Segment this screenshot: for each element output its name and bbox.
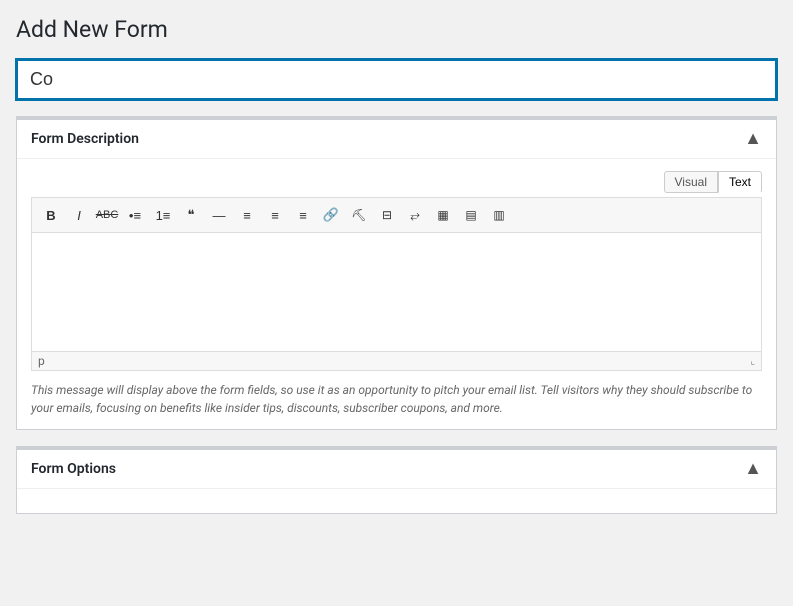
blockquote-button[interactable]: ❝ — [178, 202, 204, 228]
align-center-icon: ≡ — [271, 208, 279, 223]
columns-button[interactable]: ▥ — [486, 202, 512, 228]
ordered-list-icon: 1≡ — [156, 208, 171, 223]
align-left-button[interactable]: ≡ — [234, 202, 260, 228]
editor-tabs: Visual Text — [31, 171, 762, 193]
horizontal-rule-button[interactable]: — — [206, 202, 232, 228]
link-icon: 🔗 — [323, 207, 339, 223]
editor-toolbar: B I ABC •≡ 1≡ ❝ — — [31, 197, 762, 232]
blockquote-icon: ❝ — [188, 207, 195, 223]
form-description-toggle-icon: ▲ — [744, 130, 762, 148]
form-name-input[interactable] — [16, 59, 777, 100]
insert-link-button[interactable]: 🔗 — [318, 202, 344, 228]
strikethrough-button[interactable]: ABC — [94, 202, 120, 228]
form-options-body — [17, 489, 776, 513]
unlink-icon: ⛏ — [351, 208, 366, 222]
tab-text[interactable]: Text — [718, 171, 762, 193]
form-description-header[interactable]: Form Description ▲ — [17, 120, 776, 159]
page-title: Add New Form — [16, 16, 777, 43]
align-right-icon: ≡ — [299, 208, 307, 223]
form-options-header[interactable]: Form Options ▲ — [17, 450, 776, 489]
strikethrough-icon: ABC — [96, 209, 119, 221]
italic-icon: I — [77, 208, 81, 223]
fullscreen-button[interactable]: ⥂ — [402, 202, 428, 228]
bold-icon: B — [46, 208, 55, 223]
unordered-list-icon: •≡ — [129, 208, 141, 223]
table-button[interactable]: ▦ — [430, 202, 456, 228]
editor-status-bar: p ⌞ — [31, 352, 762, 371]
form-description-body: Visual Text B I ABC •≡ 1≡ — [17, 159, 776, 429]
align-left-icon: ≡ — [243, 208, 251, 223]
bold-button[interactable]: B — [38, 202, 64, 228]
form-options-title: Form Options — [31, 461, 116, 477]
editor-hint-text: This message will display above the form… — [31, 381, 762, 417]
fullscreen-icon: ⥂ — [410, 208, 420, 223]
unlink-button[interactable]: ⛏ — [346, 202, 372, 228]
text-block-icon: ▤ — [465, 208, 476, 222]
tab-visual[interactable]: Visual — [664, 171, 718, 193]
insert-row-button[interactable]: ⊟ — [374, 202, 400, 228]
resize-handle-icon[interactable]: ⌞ — [750, 356, 755, 367]
insert-row-icon: ⊟ — [382, 208, 392, 222]
align-right-button[interactable]: ≡ — [290, 202, 316, 228]
unordered-list-button[interactable]: •≡ — [122, 202, 148, 228]
ordered-list-button[interactable]: 1≡ — [150, 202, 176, 228]
form-options-toggle-icon: ▲ — [744, 460, 762, 478]
text-block-button[interactable]: ▤ — [458, 202, 484, 228]
align-center-button[interactable]: ≡ — [262, 202, 288, 228]
form-description-title: Form Description — [31, 131, 139, 147]
editor-tag-indicator: p — [38, 354, 45, 368]
horizontal-rule-icon: — — [213, 208, 226, 223]
table-icon: ▦ — [437, 208, 448, 222]
columns-icon: ▥ — [493, 208, 504, 222]
form-description-metabox: Form Description ▲ Visual Text B I ABC — [16, 116, 777, 430]
italic-button[interactable]: I — [66, 202, 92, 228]
form-options-metabox: Form Options ▲ — [16, 446, 777, 514]
editor-content-area[interactable] — [31, 232, 762, 352]
